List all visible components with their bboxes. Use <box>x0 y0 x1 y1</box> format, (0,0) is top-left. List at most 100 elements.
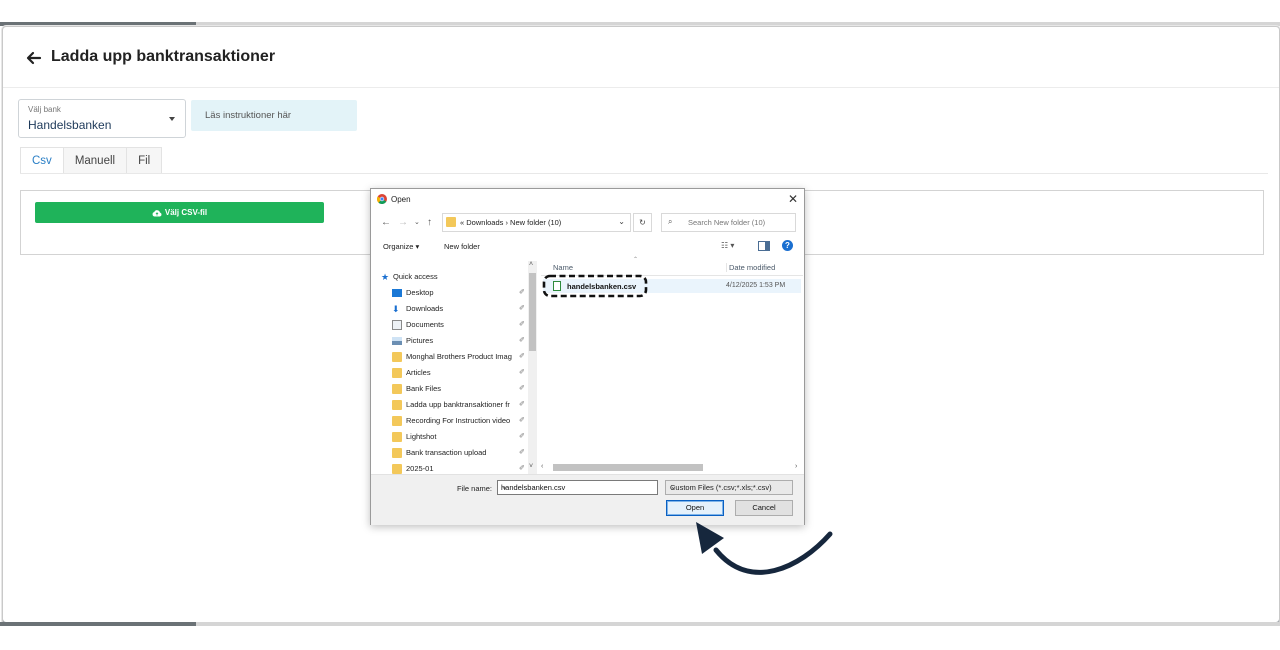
nav-item-label: Desktop <box>406 288 434 297</box>
search-placeholder: Search New folder (10) <box>688 218 766 227</box>
pin-icon[interactable]: ✐ <box>519 445 525 461</box>
nav-quick-access[interactable]: ★ Quick access <box>379 269 529 285</box>
nav-item[interactable]: Bank transaction upload ✐ <box>379 445 529 461</box>
chevron-down-icon: ⌄ <box>670 482 677 491</box>
file-type-select[interactable]: Custom Files (*.csv;*.xls;*.csv) ⌄ <box>665 480 793 495</box>
scroll-right-icon[interactable]: › <box>795 463 797 470</box>
navigation-pane: ★ Quick access Desktop ✐ ⬇ Downloads ✐ Docume… <box>379 261 537 474</box>
forward-icon[interactable]: → <box>398 217 408 228</box>
view-options-icon[interactable]: ☷ ▾ <box>721 241 734 250</box>
choose-csv-button[interactable]: Välj CSV-fil <box>35 202 324 223</box>
folder-icon <box>446 217 456 227</box>
pin-icon[interactable]: ✐ <box>519 381 525 397</box>
nav-item-label: Monghal Brothers Product Imag <box>406 352 512 361</box>
instructions-link[interactable]: Läs instruktioner här <box>191 100 357 131</box>
nav-item[interactable]: Ladda upp banktransaktioner fr ✐ <box>379 397 529 413</box>
preview-pane-icon[interactable] <box>758 241 770 251</box>
folder-icon <box>392 384 402 394</box>
organize-menu[interactable]: Organize ▾ <box>383 242 419 251</box>
tab-manuell[interactable]: Manuell <box>62 147 128 174</box>
open-button[interactable]: Open <box>666 500 724 516</box>
instructions-text: Läs instruktioner här <box>205 110 292 121</box>
folder-icon <box>392 400 402 410</box>
address-bar[interactable]: « Downloads › New folder (10) ⌄ <box>442 213 631 232</box>
pin-icon[interactable]: ✐ <box>519 317 525 333</box>
pin-icon[interactable]: ✐ <box>519 301 525 317</box>
address-path: « Downloads › New folder (10) <box>460 218 562 227</box>
nav-item[interactable]: Pictures ✐ <box>379 333 529 349</box>
caret-down-icon <box>169 117 175 121</box>
chevron-down-icon[interactable]: ⌄ <box>501 482 653 491</box>
nav-item[interactable]: Recording For Instruction video ✐ <box>379 413 529 429</box>
horizontal-scrollbar[interactable]: ‹ › <box>541 463 803 473</box>
chevron-down-icon[interactable]: ⌄ <box>618 217 625 226</box>
file-list: ⌃ Name Date modified handelsbanken.csv 4… <box>541 257 803 474</box>
page-title: Ladda upp banktransaktioner <box>51 48 276 65</box>
tab-csv[interactable]: Csv <box>20 147 64 174</box>
download-icon: ⬇ <box>392 304 400 314</box>
nav-item[interactable]: Bank Files ✐ <box>379 381 529 397</box>
pin-icon[interactable]: ✐ <box>519 285 525 301</box>
nav-item[interactable]: Documents ✐ <box>379 317 529 333</box>
pin-icon[interactable]: ✐ <box>519 365 525 381</box>
nav-item-label: Ladda upp banktransaktioner fr <box>406 400 510 409</box>
file-name-input[interactable]: handelsbanken.csv ⌄ <box>497 480 658 495</box>
column-name[interactable]: Name <box>553 263 573 272</box>
bank-select[interactable]: Välj bank Handelsbanken <box>18 99 186 138</box>
scroll-left-icon[interactable]: ‹ <box>541 463 543 470</box>
nav-item[interactable]: Articles ✐ <box>379 365 529 381</box>
help-icon[interactable]: ? <box>782 240 793 251</box>
file-open-dialog: Open ✕ ← → ⌄ ↑ « Downloads › New folder … <box>370 188 805 525</box>
choose-csv-label: Välj CSV-fil <box>164 208 208 217</box>
desktop-icon <box>392 289 402 297</box>
nav-item[interactable]: Desktop ✐ <box>379 285 529 301</box>
nav-item[interactable]: Monghal Brothers Product Imag ✐ <box>379 349 529 365</box>
documents-icon <box>392 320 402 330</box>
nav-item-label: Articles <box>406 368 431 377</box>
pin-icon[interactable]: ✐ <box>519 429 525 445</box>
back-icon[interactable]: ← <box>381 217 391 228</box>
tabs-divider <box>20 173 1268 174</box>
nav-scrollbar[interactable]: ˄ ˅ <box>528 261 537 474</box>
close-icon[interactable]: ✕ <box>788 192 798 206</box>
new-folder-button[interactable]: New folder <box>444 242 480 251</box>
pin-icon[interactable]: ✐ <box>519 349 525 365</box>
pin-icon[interactable]: ✐ <box>519 461 525 474</box>
pin-icon[interactable]: ✐ <box>519 413 525 429</box>
nav-item-label: Documents <box>406 320 444 329</box>
nav-item[interactable]: Lightshot ✐ <box>379 429 529 445</box>
dialog-footer: File name: handelsbanken.csv ⌄ Custom Fi… <box>371 474 804 525</box>
bottom-border <box>0 622 1280 626</box>
dialog-navbar: ← → ⌄ ↑ « Downloads › New folder (10) ⌄ … <box>371 211 804 235</box>
nav-item-label: Recording For Instruction video <box>406 416 511 425</box>
scroll-up-icon[interactable]: ˄ <box>529 261 533 268</box>
folder-icon <box>392 448 402 458</box>
folder-icon <box>392 368 402 378</box>
pin-icon[interactable]: ✐ <box>519 333 525 349</box>
dialog-titlebar: Open ✕ <box>371 189 804 211</box>
cancel-button[interactable]: Cancel <box>735 500 793 516</box>
refresh-icon[interactable]: ↻ <box>633 213 652 232</box>
scroll-down-icon[interactable]: ˅ <box>529 463 533 470</box>
sort-icon: ⌃ <box>633 257 639 263</box>
bank-select-label: Välj bank <box>28 105 61 114</box>
nav-item[interactable]: ⬇ Downloads ✐ <box>379 301 529 317</box>
hscroll-thumb[interactable] <box>553 464 703 471</box>
tab-fil[interactable]: Fil <box>126 147 163 174</box>
search-icon: ⌕ <box>668 217 673 226</box>
nav-item-label: Pictures <box>406 336 434 345</box>
search-input[interactable]: ⌕ Search New folder (10) <box>661 213 796 232</box>
nav-item-label: Bank Files <box>406 384 442 393</box>
pin-icon[interactable]: ✐ <box>519 397 525 413</box>
file-date: 4/12/2025 1:53 PM <box>726 282 786 289</box>
chrome-icon <box>377 194 387 204</box>
highlight-outline <box>542 274 648 298</box>
back-arrow-icon[interactable] <box>25 49 43 67</box>
nav-item[interactable]: 2025-01 ✐ <box>379 461 529 474</box>
column-date-modified[interactable]: Date modified <box>726 263 775 272</box>
recent-locations-icon[interactable]: ⌄ <box>414 218 420 226</box>
nav-item-label: Downloads <box>406 304 444 313</box>
cloud-upload-icon <box>152 210 162 217</box>
scroll-thumb[interactable] <box>529 273 536 351</box>
up-folder-icon[interactable]: ↑ <box>427 217 432 228</box>
